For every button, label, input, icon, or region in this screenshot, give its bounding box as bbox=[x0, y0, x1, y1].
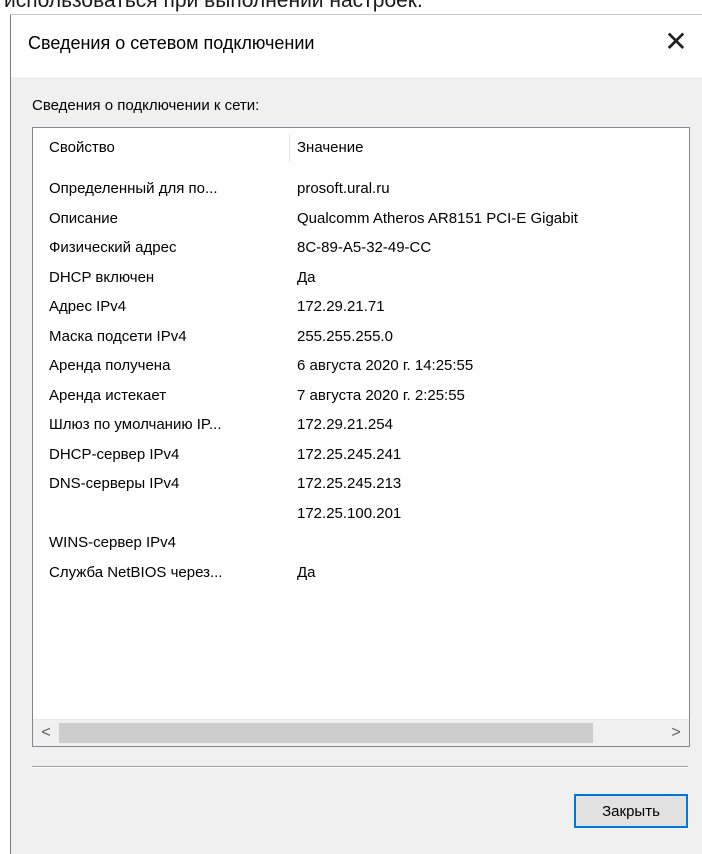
cell-property: DNS-серверы IPv4 bbox=[49, 475, 180, 492]
cell-value: 6 августа 2020 г. 14:25:55 bbox=[297, 357, 474, 374]
table-row[interactable]: DHCP-сервер IPv4 172.25.245.241 bbox=[33, 440, 689, 470]
column-header-value[interactable]: Значение bbox=[297, 128, 364, 168]
table-row[interactable]: Адрес IPv4 172.29.21.71 bbox=[33, 292, 689, 322]
cell-property: Шлюз по умолчанию IP... bbox=[49, 416, 222, 433]
cell-property: DHCP-сервер IPv4 bbox=[49, 445, 180, 463]
cell-value: 7 августа 2020 г. 2:25:55 bbox=[297, 386, 465, 404]
cell-property: Маска подсети IPv4 bbox=[49, 327, 187, 345]
cell-property: DHCP включен bbox=[49, 268, 155, 286]
close-button[interactable]: Закрыть bbox=[574, 794, 688, 828]
listview-rows: Определенный для по... prosoft.ural.ru Оп… bbox=[33, 174, 689, 587]
table-row[interactable]: Описание Qualcomm Atheros AR8151 PCI-E Gi… bbox=[33, 204, 689, 234]
section-label: Сведения о подключении к сети: bbox=[32, 97, 260, 114]
cell-value: Да bbox=[297, 268, 316, 286]
close-icon[interactable]: ✕ bbox=[659, 25, 693, 59]
network-connection-details-dialog: Сведения о сетевом подключении ✕ Сведени… bbox=[10, 14, 702, 854]
cell-value: 172.29.21.71 bbox=[297, 298, 385, 315]
cell-property: Адрес IPv4 bbox=[49, 298, 127, 315]
cell-property: Определенный для по... bbox=[49, 180, 218, 197]
dialog-title: Сведения о сетевом подключении bbox=[28, 33, 315, 53]
cell-value: Qualcomm Atheros AR8151 PCI-E Gigabit bbox=[297, 209, 578, 227]
cell-value: 172.29.21.254 bbox=[297, 416, 393, 433]
table-row[interactable]: Физический адрес 8C-89-A5-32-49-CC bbox=[33, 233, 689, 263]
cell-property: Физический адрес bbox=[49, 239, 177, 256]
table-row[interactable]: Аренда получена 6 августа 2020 г. 14:25:5… bbox=[33, 351, 689, 381]
cell-property: Аренда получена bbox=[49, 357, 171, 374]
table-row[interactable]: 172.25.100.201 bbox=[33, 499, 689, 529]
details-listview[interactable]: Свойство Значение Определенный для по...… bbox=[32, 127, 690, 747]
table-row[interactable]: Шлюз по умолчанию IP... 172.29.21.254 bbox=[33, 410, 689, 440]
table-row[interactable]: Маска подсети IPv4 255.255.255.0 bbox=[33, 322, 689, 352]
scroll-right-button[interactable]: > bbox=[663, 720, 689, 746]
horizontal-scrollbar[interactable]: < > bbox=[33, 719, 689, 746]
cell-value: 172.25.100.201 bbox=[297, 504, 402, 522]
cell-property: WINS-сервер IPv4 bbox=[49, 534, 177, 551]
divider bbox=[32, 766, 688, 768]
table-row[interactable]: Служба NetBIOS через... Да bbox=[33, 558, 689, 588]
listview-header: Свойство Значение bbox=[33, 128, 689, 168]
table-row[interactable]: DNS-серверы IPv4 172.25.245.213 bbox=[33, 469, 689, 499]
cell-value: 8C-89-A5-32-49-CC bbox=[297, 239, 432, 256]
cell-value: 255.255.255.0 bbox=[297, 327, 393, 345]
cell-value: Да bbox=[297, 563, 316, 581]
table-row[interactable]: Определенный для по... prosoft.ural.ru bbox=[33, 174, 689, 204]
scrollbar-thumb[interactable] bbox=[59, 723, 593, 743]
cell-property: Служба NetBIOS через... bbox=[49, 563, 223, 581]
column-header-property[interactable]: Свойство bbox=[49, 128, 115, 168]
table-row[interactable]: Аренда истекает 7 августа 2020 г. 2:25:55 bbox=[33, 381, 689, 411]
cell-property: Описание bbox=[49, 209, 119, 227]
background-page-text: использоваться при выполнении настроек. bbox=[4, 0, 423, 12]
cell-value: prosoft.ural.ru bbox=[297, 180, 390, 197]
dialog-titlebar: Сведения о сетевом подключении ✕ bbox=[11, 15, 702, 77]
scroll-left-button[interactable]: < bbox=[33, 720, 59, 746]
cell-value: 172.25.245.241 bbox=[297, 445, 402, 463]
cell-property: Аренда истекает bbox=[49, 386, 167, 404]
cell-value: 172.25.245.213 bbox=[297, 475, 402, 492]
table-row[interactable]: WINS-сервер IPv4 bbox=[33, 528, 689, 558]
table-row[interactable]: DHCP включен Да bbox=[33, 263, 689, 293]
column-separator[interactable] bbox=[289, 134, 290, 162]
